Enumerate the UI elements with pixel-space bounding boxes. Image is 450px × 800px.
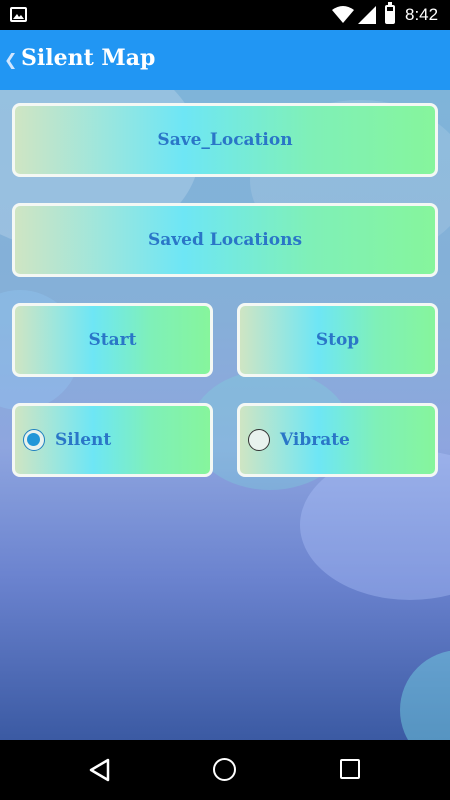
saved-locations-button[interactable]: Saved Locations (12, 203, 438, 277)
saved-locations-label: Saved Locations (147, 230, 303, 250)
battery-icon (385, 2, 395, 24)
back-arrow-icon[interactable]: ❮ (4, 50, 17, 69)
nav-recent-apps-icon[interactable] (340, 759, 360, 779)
vibrate-radio-button[interactable] (248, 429, 270, 451)
save-location-label: Save_Location (157, 130, 293, 150)
system-nav-bar (0, 740, 450, 800)
start-button[interactable]: Start (12, 303, 213, 377)
silent-label: Silent (55, 430, 112, 450)
save-location-button[interactable]: Save_Location (12, 103, 438, 177)
start-label: Start (88, 330, 137, 350)
stop-label: Stop (315, 330, 360, 350)
image-notification-icon (10, 7, 27, 22)
status-bar: 8:42 (0, 0, 450, 30)
main-content: Save_Location Saved Locations Start Stop… (0, 90, 450, 740)
stop-button[interactable]: Stop (237, 303, 438, 377)
silent-radio-option[interactable]: Silent (12, 403, 213, 477)
wifi-icon (332, 6, 354, 23)
status-time: 8:42 (405, 5, 439, 24)
silent-radio-button[interactable] (23, 429, 45, 451)
vibrate-radio-option[interactable]: Vibrate (237, 403, 438, 477)
app-bar: ❮ Silent Map (0, 30, 450, 90)
nav-home-icon[interactable] (213, 758, 236, 781)
app-title: Silent Map (21, 45, 156, 71)
nav-back-icon[interactable] (88, 758, 110, 782)
vibrate-label: Vibrate (280, 430, 350, 450)
background-bokeh (400, 650, 450, 740)
signal-icon (358, 6, 376, 24)
